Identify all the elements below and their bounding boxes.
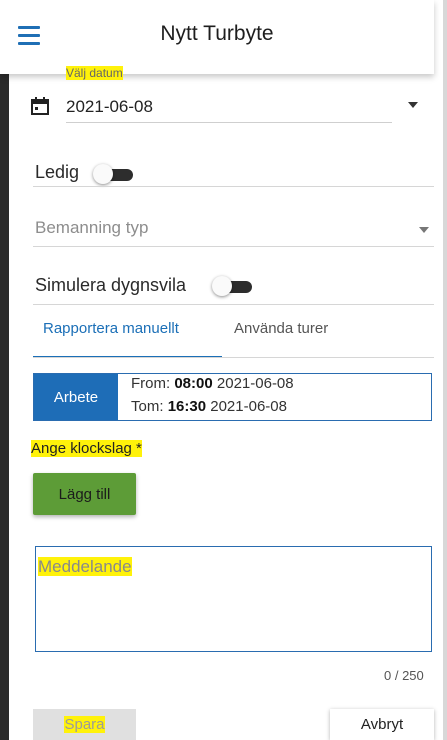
tab-rapportera-manuellt[interactable]: Rapportera manuellt [43, 320, 179, 337]
app-header: Nytt Turbyte [0, 0, 434, 74]
divider [33, 304, 434, 305]
date-field-label: Välj datum [66, 66, 123, 80]
shift-to-line: Tom: 16:30 2021-06-08 [131, 398, 287, 415]
character-counter: 0 / 250 [384, 668, 424, 683]
calendar-icon[interactable] [30, 96, 50, 121]
simulera-toggle[interactable] [212, 276, 254, 296]
date-input-underline [66, 122, 392, 123]
shift-entry[interactable]: Arbete From: 08:00 2021-06-08 Tom: 16:30… [33, 373, 432, 421]
page-title: Nytt Turbyte [160, 22, 274, 45]
cancel-button[interactable]: Avbryt [330, 709, 434, 740]
divider [33, 246, 434, 247]
shift-from-line: From: 08:00 2021-06-08 [131, 375, 294, 392]
message-placeholder: Meddelande [38, 557, 132, 576]
save-button[interactable]: Spara [33, 709, 136, 740]
ledig-label: Ledig [35, 162, 80, 182]
message-textarea[interactable]: Meddelande [35, 546, 432, 652]
date-input[interactable]: 2021-06-08 [66, 97, 153, 117]
shift-type-badge: Arbete [34, 374, 118, 420]
tab-anvanda-turer[interactable]: Använda turer [234, 320, 328, 337]
simulera-label: Simulera dygnsvila [35, 275, 187, 295]
ledig-toggle[interactable] [93, 164, 135, 184]
tabs-divider [33, 357, 434, 358]
time-section-label: Ange klockslag * [31, 440, 142, 457]
add-button[interactable]: Lägg till [33, 473, 136, 515]
date-dropdown-caret-icon[interactable] [408, 102, 418, 108]
divider [33, 186, 434, 187]
bemanning-type-select[interactable]: Bemanning typ [35, 218, 148, 238]
bemanning-dropdown-caret-icon[interactable] [419, 227, 429, 233]
